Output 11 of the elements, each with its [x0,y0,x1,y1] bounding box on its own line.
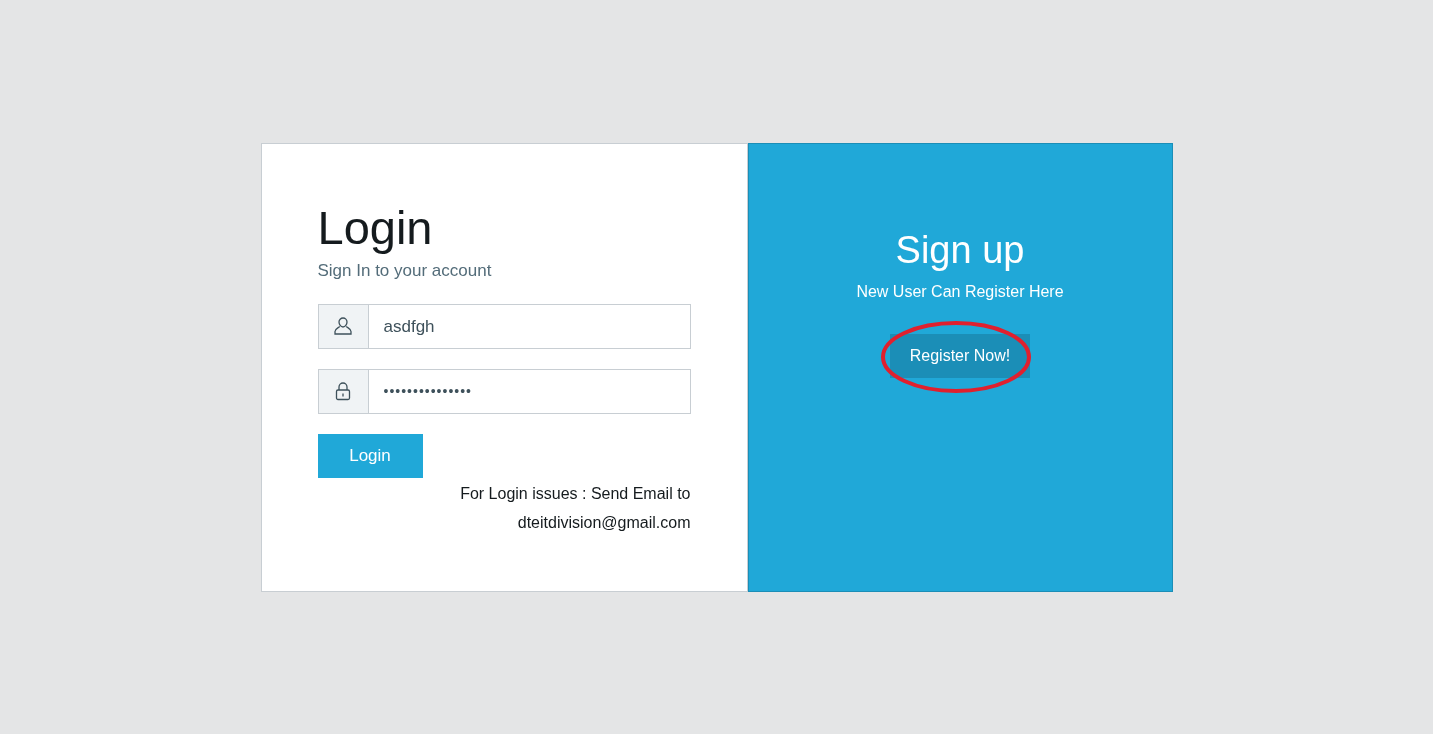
login-title: Login [317,200,434,256]
user-icon [333,316,353,337]
help-text: For Login issues : Send Email to [459,483,691,504]
lock-icon [335,381,351,402]
password-field[interactable]: ••••••••••••••• [368,368,691,414]
username-field[interactable]: asdfgh [368,303,691,349]
signup-subtitle: New User Can Register Here [855,281,1065,302]
signup-title: Sign up [894,228,1026,273]
login-subtitle: Sign In to your account [317,260,493,283]
support-email: dteitdivision@gmail.com [516,512,691,533]
register-button[interactable]: Register Now! [890,333,1030,378]
